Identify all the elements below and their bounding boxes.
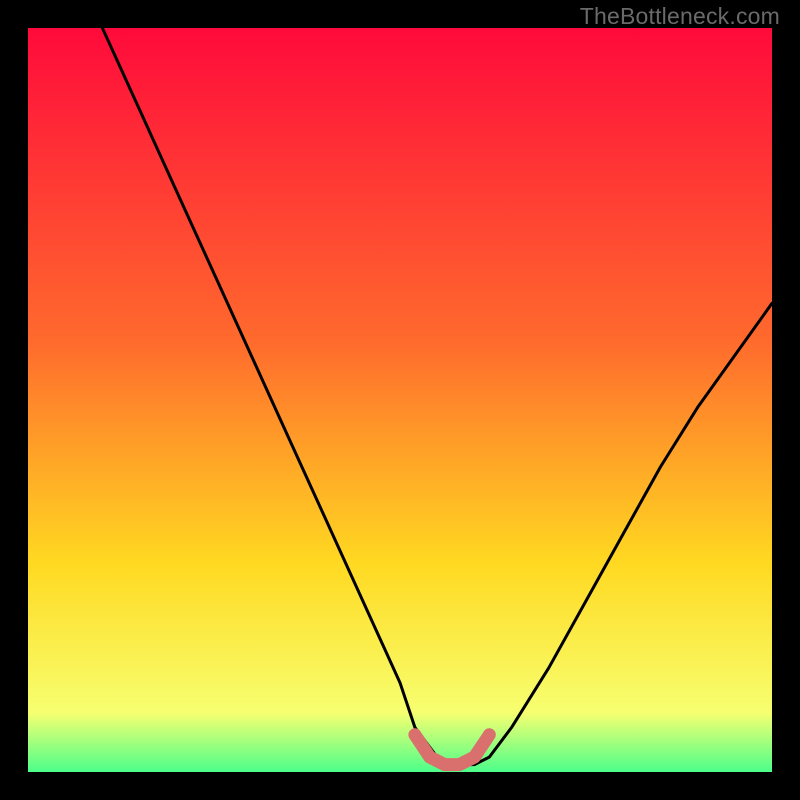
plot-area <box>28 28 772 772</box>
gradient-background <box>28 28 772 772</box>
watermark-text: TheBottleneck.com <box>580 3 780 30</box>
chart-frame: TheBottleneck.com <box>0 0 800 800</box>
chart-svg <box>28 28 772 772</box>
